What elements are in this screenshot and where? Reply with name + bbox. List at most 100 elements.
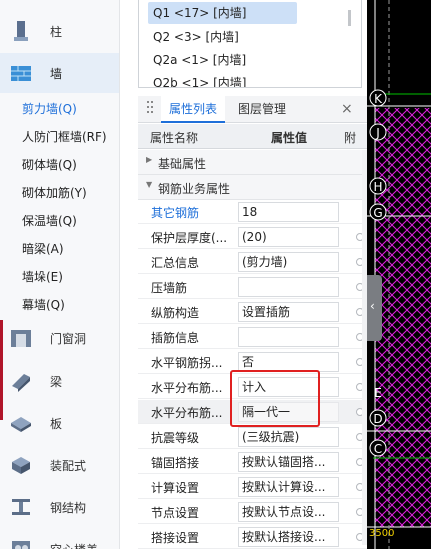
property-row: 其它钢筋 18 xyxy=(138,200,367,224)
category-label: 空心楼盖 xyxy=(50,541,98,549)
grid-label: H xyxy=(373,180,382,194)
wall-item-label: 暗梁(A) xyxy=(22,242,64,256)
wall-item-curtain-wall[interactable]: 幕墙(Q) xyxy=(0,290,119,318)
column-header-name: 属性名称 xyxy=(150,131,199,145)
component-list-item[interactable]: Q2b <1> [内墙] xyxy=(148,72,298,87)
property-value[interactable] xyxy=(238,327,339,347)
property-value[interactable]: 否 xyxy=(238,352,339,372)
category-beam[interactable]: 梁 xyxy=(0,361,119,401)
property-value[interactable]: 按默认节点设... xyxy=(238,502,339,522)
wall-item-insulation-wall[interactable]: 保温墙(Q) xyxy=(0,206,119,234)
wall-item-masonry-wall[interactable]: 砌体墙(Q) xyxy=(0,150,119,178)
column-header-value: 属性值 xyxy=(271,131,308,145)
property-name: 水平分布筋... xyxy=(151,381,223,395)
property-value[interactable]: 按默认锚固搭... xyxy=(238,452,339,472)
column-header-extra: 附 xyxy=(344,131,357,145)
wall-item-shear-wall[interactable]: 剪力墙(Q) xyxy=(0,94,119,122)
grid-label: D xyxy=(373,412,382,426)
property-row: 保护层厚度(... (20) xyxy=(138,225,367,249)
dimension-label: 3500 xyxy=(369,528,394,539)
tab-properties[interactable]: 属性列表 xyxy=(161,96,225,123)
property-value[interactable]: (剪力墙) xyxy=(238,252,339,272)
hollow-floor-icon xyxy=(12,541,30,549)
category-prefab[interactable]: 装配式 xyxy=(0,445,119,485)
category-label: 门窗洞 xyxy=(50,332,87,346)
group-basic-properties[interactable]: ▶ 基础属性 xyxy=(138,150,367,175)
wall-item-label: 人防门框墙(RF) xyxy=(22,130,107,144)
property-value[interactable]: (三级抗震) xyxy=(238,427,339,447)
chevron-left-icon: ‹ xyxy=(370,299,375,313)
drag-handle-icon[interactable] xyxy=(147,101,153,116)
component-list-item[interactable]: Q1 <17> [内墙] xyxy=(148,2,297,24)
property-row: 插筋信息 xyxy=(138,325,367,349)
component-panel: Q1 <17> [内墙] Q2 <3> [内墙] Q2a <1> [内墙] Q2… xyxy=(138,0,367,549)
component-list-item[interactable]: Q2 <3> [内墙] xyxy=(148,26,298,48)
wall-item-hidden-beam[interactable]: 暗梁(A) xyxy=(0,234,119,262)
wall-item-civil-defense-door-frame[interactable]: 人防门框墙(RF) xyxy=(0,122,119,150)
close-icon[interactable]: × xyxy=(341,96,353,123)
wall-item-masonry-reinforcement[interactable]: 砌体加筋(Y) xyxy=(0,178,119,206)
property-name: 抗震等级 xyxy=(151,431,200,445)
property-name: 压墙筋 xyxy=(151,281,188,295)
property-row: 压墙筋 xyxy=(138,275,367,299)
category-label: 装配式 xyxy=(50,459,87,473)
property-name: 纵筋构造 xyxy=(151,306,200,320)
property-row: 搭接设置 按默认搭接设... xyxy=(138,525,367,549)
grid-label: K xyxy=(374,92,383,106)
grid-label: E xyxy=(374,386,382,400)
wall-item-label: 幕墙(Q) xyxy=(22,298,65,312)
property-row: 纵筋构造 设置插筋 xyxy=(138,300,367,324)
property-value[interactable]: 18 xyxy=(238,202,339,222)
category-label: 墙 xyxy=(50,67,63,81)
group-label: 钢筋业务属性 xyxy=(158,182,231,196)
category-door-window[interactable]: 门窗洞 xyxy=(0,318,119,358)
collapse-panel-handle[interactable]: ‹ xyxy=(367,275,382,341)
list-scrollbar[interactable] xyxy=(348,10,351,26)
wall-item-label: 砌体加筋(Y) xyxy=(22,186,87,200)
property-name: 水平钢筋拐... xyxy=(151,356,223,370)
property-value[interactable]: (20) xyxy=(238,227,339,247)
hatched-wall-region xyxy=(375,216,431,431)
column-icon xyxy=(14,21,28,41)
property-row: 计算设置 按默认计算设... xyxy=(138,475,367,499)
category-label: 柱 xyxy=(50,25,63,39)
door-window-icon xyxy=(11,330,31,347)
category-slab[interactable]: 板 xyxy=(0,403,119,443)
component-list: Q1 <17> [内墙] Q2 <3> [内墙] Q2a <1> [内墙] Q2… xyxy=(138,0,362,88)
wall-item-label: 保温墙(Q) xyxy=(22,214,77,228)
property-name: 汇总信息 xyxy=(151,256,200,270)
chevron-right-icon: ▶ xyxy=(146,155,153,164)
slab-icon xyxy=(11,417,31,432)
group-rebar-properties[interactable]: ▼ 钢筋业务属性 xyxy=(138,175,367,200)
tab-layers[interactable]: 图层管理 xyxy=(238,96,286,123)
property-row: 汇总信息 (剪力墙) xyxy=(138,250,367,274)
property-name: 水平分布筋... xyxy=(151,406,223,420)
property-name: 计算设置 xyxy=(151,481,200,495)
category-label: 钢结构 xyxy=(50,501,87,515)
category-steel-structure[interactable]: 钢结构 xyxy=(0,487,119,527)
component-list-item[interactable]: Q2a <1> [内墙] xyxy=(148,49,298,71)
wall-item-label: 砌体墙(Q) xyxy=(22,158,77,172)
property-value[interactable]: 按默认搭接设... xyxy=(238,527,339,547)
property-value[interactable] xyxy=(238,277,339,297)
property-name: 搭接设置 xyxy=(151,531,200,545)
property-name: 保护层厚度(... xyxy=(151,231,228,245)
beam-icon xyxy=(12,374,30,392)
steel-structure-icon xyxy=(12,499,30,515)
property-value[interactable]: 按默认计算设... xyxy=(238,477,339,497)
category-hollow-floor[interactable]: 空心楼盖 xyxy=(0,529,119,549)
annotation-highlight-box xyxy=(230,370,320,427)
property-value[interactable]: 设置插筋 xyxy=(238,302,339,322)
component-sidebar: 柱 墙 剪力墙(Q) 人防门框墙(RF) 砌体墙(Q) 砌体加筋(Y) 保温墙(… xyxy=(0,0,120,549)
property-name: 锚固搭接 xyxy=(151,456,200,470)
category-label: 板 xyxy=(50,417,63,431)
property-name: 插筋信息 xyxy=(151,331,200,345)
property-name: 节点设置 xyxy=(151,506,200,520)
category-wall[interactable]: 墙 xyxy=(0,53,119,93)
property-row: 节点设置 按默认节点设... xyxy=(138,500,367,524)
chevron-down-icon: ▼ xyxy=(146,180,153,189)
grid-label: G xyxy=(373,206,382,220)
grid-label: C xyxy=(374,442,382,456)
wall-item-wall-pier[interactable]: 墙垛(E) xyxy=(0,262,119,290)
category-column[interactable]: 柱 xyxy=(0,11,119,51)
